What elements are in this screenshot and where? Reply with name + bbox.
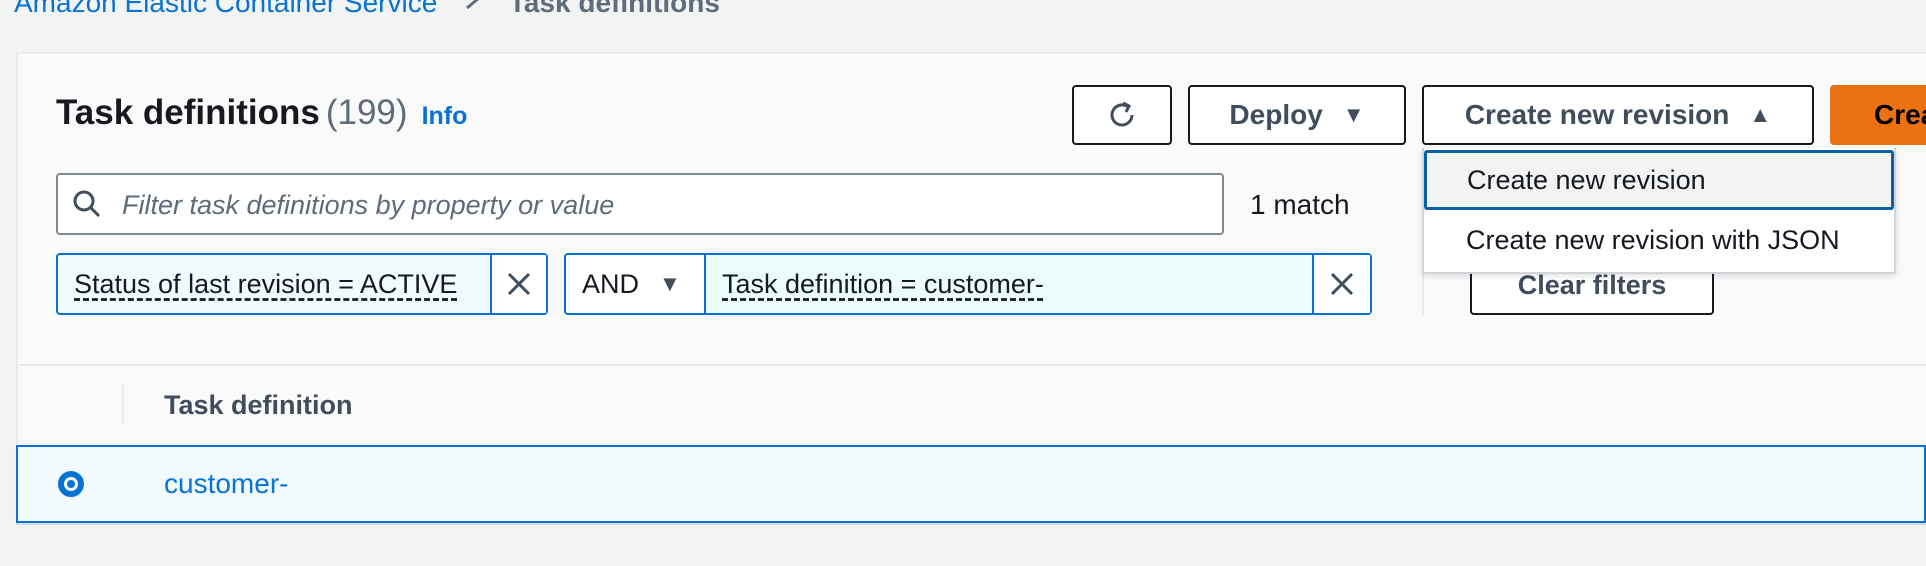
title-count: (199): [325, 93, 408, 132]
create-label: Crea: [1874, 99, 1926, 130]
filter-token-label[interactable]: Status of last revision = ACTIVE: [58, 255, 490, 313]
filter-search: [56, 173, 1224, 235]
row-radio-selected[interactable]: [58, 471, 84, 497]
caret-down-icon: ▼: [659, 271, 681, 296]
deploy-button[interactable]: Deploy ▼: [1188, 85, 1406, 145]
breadcrumb-current: Task definitions: [508, 0, 720, 18]
caret-up-icon: ▲: [1749, 102, 1772, 127]
column-header-task-definition[interactable]: Task definition: [164, 390, 353, 421]
filter-token-status[interactable]: Status of last revision = ACTIVE: [56, 253, 548, 315]
close-icon[interactable]: [490, 255, 546, 313]
caret-down-icon: ▼: [1342, 102, 1365, 127]
panel-bottom-border: [16, 523, 1926, 525]
search-icon: [73, 190, 101, 218]
close-icon[interactable]: [1311, 255, 1370, 313]
filter-input[interactable]: [120, 183, 1204, 227]
refresh-button[interactable]: [1072, 85, 1172, 145]
page-title: Task definitions (199) Info: [56, 93, 467, 133]
operator-value: AND: [582, 268, 640, 299]
filter-token-task-definition[interactable]: Task definition = customer-: [704, 253, 1372, 315]
create-new-revision-label: Create new revision: [1464, 99, 1730, 130]
breadcrumb-service-link[interactable]: Amazon Elastic Container Service: [14, 0, 437, 18]
create-new-revision-button[interactable]: Create new revision ▲: [1422, 85, 1814, 145]
info-link[interactable]: Info: [422, 102, 468, 130]
match-count: 1 match: [1250, 189, 1350, 220]
column-divider: [122, 384, 124, 424]
deploy-label: Deploy: [1229, 99, 1323, 130]
menu-item-create-new-revision-json[interactable]: Create new revision with JSON: [1424, 210, 1894, 270]
table-divider: [16, 364, 1926, 366]
filter-token-label[interactable]: Task definition = customer-: [706, 255, 1312, 313]
title-text: Task definitions: [56, 93, 320, 132]
create-button[interactable]: Crea: [1830, 85, 1926, 145]
task-definition-link[interactable]: customer-: [164, 468, 288, 500]
breadcrumb: Amazon Elastic Container Service Task de…: [14, 0, 720, 19]
menu-item-create-new-revision[interactable]: Create new revision: [1424, 150, 1894, 210]
operator-select[interactable]: AND ▼: [564, 253, 706, 315]
create-revision-dropdown-menu: Create new revision Create new revision …: [1422, 148, 1896, 274]
refresh-icon: [1110, 101, 1134, 127]
chevron-right-icon: [459, 0, 487, 19]
table-row[interactable]: customer-: [16, 445, 1926, 523]
